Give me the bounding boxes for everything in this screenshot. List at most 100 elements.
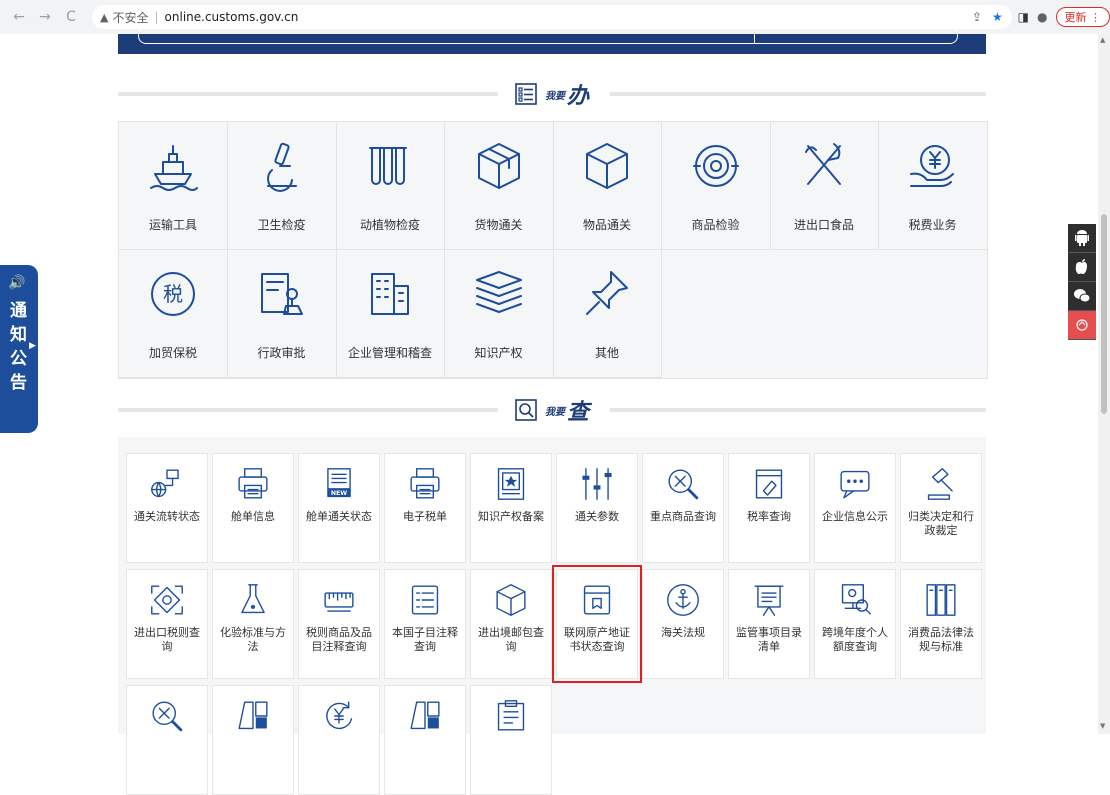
query-item[interactable]: 海关法规 bbox=[642, 569, 724, 679]
reload-icon[interactable]: C bbox=[64, 9, 78, 25]
section-small-label: 我要 bbox=[545, 403, 565, 418]
query-item[interactable]: 监管事项目录清单 bbox=[728, 569, 810, 679]
query-item[interactable]: 归类决定和行政裁定 bbox=[900, 453, 982, 563]
notice-label: 通知公告 bbox=[10, 299, 30, 395]
query-item-highlighted[interactable]: 联网原产地证书状态查询 bbox=[556, 569, 638, 679]
back-icon[interactable]: ← bbox=[12, 9, 26, 25]
query-item[interactable]: 知识产权备案 bbox=[470, 453, 552, 563]
ban-item[interactable]: 行政审批 bbox=[228, 250, 337, 378]
ban-item[interactable]: 其他 bbox=[553, 250, 662, 378]
query-item[interactable]: 通关参数 bbox=[556, 453, 638, 563]
ban-item-label: 物品通关 bbox=[583, 216, 631, 233]
query-item[interactable]: 税则商品及品目注释查询 bbox=[298, 569, 380, 679]
query-item[interactable]: 重点商品查询 bbox=[642, 453, 724, 563]
ban-item[interactable]: 动植物检疫 bbox=[336, 122, 445, 250]
query-item[interactable]: NEW舱单通关状态 bbox=[298, 453, 380, 563]
forward-icon[interactable]: → bbox=[38, 9, 52, 25]
ban-item[interactable]: 税加贸保税 bbox=[119, 250, 228, 378]
bookmark-star-icon[interactable]: ★ bbox=[992, 10, 1003, 24]
query-item-label: 进出境邮包查询 bbox=[471, 626, 551, 654]
search-cross-icon bbox=[665, 466, 701, 502]
profile-avatar-icon[interactable]: ● bbox=[1037, 10, 1047, 24]
query-item[interactable] bbox=[384, 685, 466, 795]
query-item[interactable]: 本国子目注释查询 bbox=[384, 569, 466, 679]
warning-icon: ▲ bbox=[100, 11, 108, 24]
query-item[interactable]: 电子税单 bbox=[384, 453, 466, 563]
building-icon bbox=[364, 268, 416, 320]
section-big-label: 办 bbox=[567, 78, 589, 110]
query-item[interactable]: 舱单信息 bbox=[212, 453, 294, 563]
approval-stamp-icon bbox=[256, 268, 308, 320]
printer-icon bbox=[235, 466, 271, 502]
query-item[interactable]: 企业信息公示 bbox=[814, 453, 896, 563]
ban-item[interactable]: 进出口食品 bbox=[770, 122, 879, 250]
star-document-icon bbox=[493, 466, 529, 502]
ban-item[interactable]: 商品检验 bbox=[662, 122, 771, 250]
notice-tab[interactable]: 🔊 通知公告 ▶ bbox=[0, 265, 38, 433]
ban-item[interactable]: 卫生检疫 bbox=[228, 122, 337, 250]
scroll-up-icon[interactable]: ▲ bbox=[1100, 36, 1105, 44]
title-rule-right bbox=[610, 92, 986, 96]
ban-item[interactable]: 物品通关 bbox=[553, 122, 662, 250]
query-item-label: 企业信息公示 bbox=[820, 510, 890, 524]
printer-icon bbox=[407, 466, 443, 502]
query-item-label: 知识产权备案 bbox=[476, 510, 546, 524]
share-icon[interactable]: ⇪ bbox=[972, 10, 982, 24]
search-cross-icon bbox=[149, 698, 185, 734]
flask-icon bbox=[235, 582, 271, 618]
right-float-bar bbox=[1068, 224, 1096, 340]
query-item-label: 跨境年度个人额度查询 bbox=[815, 626, 895, 654]
query-item[interactable] bbox=[298, 685, 380, 795]
query-item[interactable]: 进出口税则查询 bbox=[126, 569, 208, 679]
update-button[interactable]: 更新 ⋮ bbox=[1056, 7, 1110, 27]
search-banner bbox=[118, 34, 986, 54]
android-icon[interactable] bbox=[1068, 224, 1096, 253]
query-item[interactable]: 消费品法律法规与标准 bbox=[900, 569, 982, 679]
scroll-down-icon[interactable]: ▼ bbox=[1100, 722, 1105, 730]
list-document-icon bbox=[407, 582, 443, 618]
side-panel-icon[interactable]: ◨ bbox=[1018, 10, 1029, 24]
ruler-icon bbox=[321, 582, 357, 618]
query-item[interactable] bbox=[212, 685, 294, 795]
extension-area: ◨ ● 更新 ⋮ bbox=[1018, 5, 1110, 29]
section-heading-cha: 我要 查 bbox=[501, 394, 603, 426]
ban-item-label: 运输工具 bbox=[149, 216, 197, 233]
ban-item[interactable]: 企业管理和稽查 bbox=[336, 250, 445, 378]
query-item[interactable]: 税率查询 bbox=[728, 453, 810, 563]
query-item[interactable]: 化验标准与方法 bbox=[212, 569, 294, 679]
section-title-cha: 我要 查 bbox=[118, 395, 986, 425]
split-panel-icon bbox=[235, 698, 271, 734]
ban-item[interactable]: 税费业务 bbox=[879, 122, 988, 250]
cargo-box-icon bbox=[473, 140, 525, 192]
new-document-icon: NEW bbox=[321, 466, 357, 502]
query-item-label: 本国子目注释查询 bbox=[385, 626, 465, 654]
address-separator: | bbox=[154, 10, 158, 24]
url-text[interactable]: online.customs.gov.cn bbox=[165, 10, 299, 24]
query-item-label: 监管事项目录清单 bbox=[729, 626, 809, 654]
query-item-label: 舱单信息 bbox=[229, 510, 277, 524]
query-item[interactable] bbox=[126, 685, 208, 795]
query-item-label: 电子税单 bbox=[401, 510, 449, 524]
back-to-top-icon[interactable] bbox=[1068, 311, 1096, 340]
query-item[interactable]: 进出境邮包查询 bbox=[470, 569, 552, 679]
ban-item[interactable]: 运输工具 bbox=[119, 122, 228, 250]
ban-item[interactable]: 知识产权 bbox=[445, 250, 554, 378]
search-doc-icon bbox=[515, 399, 537, 421]
ban-item[interactable]: 货物通关 bbox=[445, 122, 554, 250]
query-item[interactable]: 通关流转状态 bbox=[126, 453, 208, 563]
query-item-label: 通关参数 bbox=[573, 510, 621, 524]
search-box-outline[interactable] bbox=[138, 26, 958, 44]
checklist-icon bbox=[515, 83, 537, 105]
anchor-icon bbox=[665, 582, 701, 618]
wechat-icon[interactable] bbox=[1068, 282, 1096, 311]
query-item[interactable] bbox=[470, 685, 552, 795]
apple-icon[interactable] bbox=[1068, 253, 1096, 282]
ban-item-label: 知识产权 bbox=[474, 344, 522, 361]
page-scrollbar[interactable]: ▲ ▼ bbox=[1098, 34, 1110, 734]
ban-item-label: 动植物检疫 bbox=[360, 216, 420, 233]
query-item[interactable]: 跨境年度个人额度查询 bbox=[814, 569, 896, 679]
query-item-label: 进出口税则查询 bbox=[127, 626, 207, 654]
scrollbar-thumb[interactable] bbox=[1101, 214, 1107, 414]
ban-item-label: 商品检验 bbox=[691, 216, 739, 233]
query-item-label: 化验标准与方法 bbox=[213, 626, 293, 654]
